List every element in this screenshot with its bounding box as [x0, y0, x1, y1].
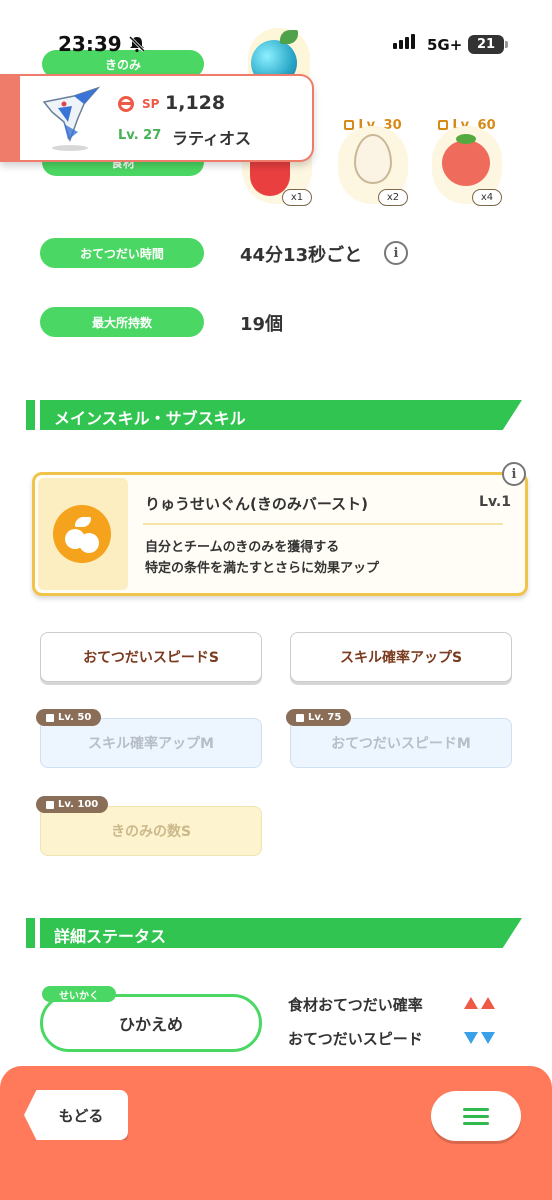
menu-button[interactable] [431, 1091, 521, 1141]
help-time-info-icon[interactable]: i [384, 241, 408, 265]
help-time-value: 44分13秒ごと [240, 245, 363, 266]
sub-skill-skill-trigger-s[interactable]: スキル確率アップS [290, 632, 512, 682]
up-arrow-icon [481, 997, 495, 1009]
battery-icon: 21 [468, 35, 508, 54]
ingredient-tomato[interactable]: Lv. 60 x4 [432, 118, 502, 206]
down-arrow-icon [481, 1032, 495, 1044]
status-bar: 23:39 5G+ 21 [0, 0, 552, 80]
sp-value: 1,128 [165, 92, 226, 114]
sub-skill-lock-badge: Lv. 75 [286, 709, 352, 726]
sub-skill-lock-level: Lv. 50 [58, 712, 92, 723]
sub-skill-lock-badge: Lv. 50 [36, 709, 102, 726]
back-button[interactable]: もどる [24, 1090, 128, 1140]
clock: 23:39 [58, 32, 122, 56]
lock-icon [46, 713, 54, 722]
skill-icon-leaf [75, 517, 91, 527]
down-arrow-icon [464, 1032, 478, 1044]
battery-level: 21 [476, 37, 496, 52]
main-skill-description: 自分とチームのきのみを獲得する 特定の条件を満たすとさらに効果アップ [145, 537, 379, 579]
main-skill-info-icon[interactable]: i [502, 462, 526, 486]
max-carry-value: 19個 [240, 314, 284, 335]
hamburger-line [463, 1121, 489, 1125]
sub-skill-lock-level: Lv. 75 [308, 712, 342, 723]
main-skill-name: りゅうせいぐん(きのみバースト) [145, 495, 368, 513]
ingredient-count: x2 [378, 189, 408, 206]
berry-burst-icon [53, 505, 111, 563]
bell-muted-icon [128, 35, 146, 53]
lock-icon [438, 120, 449, 130]
help-time-label: おてつだい時間 [40, 238, 204, 268]
up-arrow-icon [464, 997, 478, 1009]
nature-box[interactable]: ひかえめ [40, 994, 262, 1052]
max-carry-label: 最大所持数 [40, 307, 204, 337]
section-title: メインスキル・サブスキル [54, 409, 246, 428]
ingredient-count: x1 [282, 189, 312, 206]
section-title: 詳細ステータス [54, 927, 167, 946]
nature-down-effect: おてつだいスピード [288, 1030, 423, 1048]
lock-icon [344, 120, 355, 130]
network-type: 5G+ [427, 36, 463, 54]
section-accent [26, 918, 35, 948]
tomato-icon [442, 134, 490, 186]
nature-up-effect: 食材おてつだい確率 [288, 996, 423, 1014]
card-accent-stripe [0, 76, 20, 160]
sub-skill-lock-badge: Lv. 100 [36, 796, 109, 813]
main-skill-card[interactable]: りゅうせいぐん(きのみバースト) Lv.1 自分とチームのきのみを獲得する 特定… [32, 472, 528, 596]
pokemon-portrait [42, 86, 101, 151]
pokemon-level: Lv. 27 [118, 128, 162, 143]
section-accent [26, 400, 35, 430]
skill-icon-panel [38, 478, 128, 590]
section-header-skills: メインスキル・サブスキル [26, 400, 522, 430]
lock-icon [296, 713, 304, 722]
section-header-details: 詳細ステータス [26, 918, 522, 948]
ingredient-egg[interactable]: Lv. 30 x2 [338, 118, 408, 206]
main-skill-level: Lv.1 [479, 494, 511, 510]
sp-icon [118, 96, 134, 112]
sp-label: SP [142, 97, 160, 111]
sub-skill-lock-level: Lv. 100 [58, 799, 99, 810]
skill-divider [143, 523, 503, 525]
sub-skill-helping-speed-s[interactable]: おてつだいスピードS [40, 632, 262, 682]
skill-desc-line: 特定の条件を満たすとさらに効果アップ [145, 561, 380, 576]
nature-tag: せいかく [42, 986, 116, 1002]
hamburger-line [463, 1114, 489, 1118]
pokemon-name: ラティオス [172, 129, 252, 148]
pokemon-summary-card[interactable]: SP 1,128 Lv. 27 ラティオス [0, 74, 314, 162]
hamburger-line [463, 1107, 489, 1111]
signal-icon [393, 34, 415, 49]
lock-icon [46, 800, 54, 809]
skill-icon-berry [79, 533, 99, 553]
skill-desc-line: 自分とチームのきのみを獲得する [145, 540, 340, 555]
sub-skill-berry-finding-s[interactable]: きのみの数S [40, 806, 262, 856]
egg-icon [354, 134, 392, 184]
ingredient-count: x4 [472, 189, 502, 206]
